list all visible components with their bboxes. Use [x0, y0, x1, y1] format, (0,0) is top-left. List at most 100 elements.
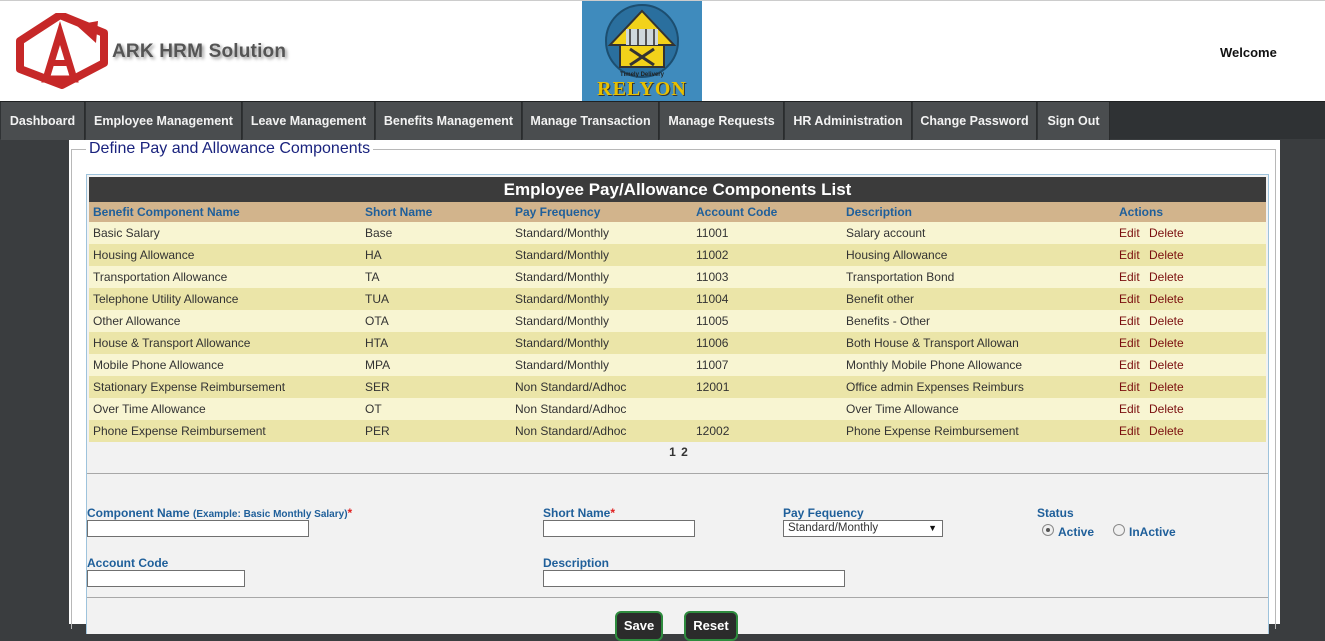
- edit-link[interactable]: Edit: [1119, 310, 1140, 332]
- cell-pay-frequency: Non Standard/Adhoc: [515, 402, 627, 416]
- reset-button[interactable]: Reset: [684, 611, 738, 641]
- short-name-label-text: Short Name: [543, 506, 611, 520]
- col-account-code[interactable]: Account Code: [696, 202, 777, 222]
- cell-description: Benefit other: [846, 292, 915, 306]
- status-label: Status: [1037, 506, 1074, 520]
- cell-description: Monthly Mobile Phone Allowance: [846, 358, 1023, 372]
- main-nav: Dashboard Employee Management Leave Mana…: [0, 101, 1325, 140]
- edit-link[interactable]: Edit: [1119, 266, 1140, 288]
- cell-short-name: TUA: [365, 292, 389, 306]
- delete-link[interactable]: Delete: [1149, 376, 1184, 398]
- status-inactive-label[interactable]: InActive: [1129, 525, 1176, 539]
- cell-description: Benefits - Other: [846, 314, 931, 328]
- welcome-text: Welcome: [1220, 45, 1277, 60]
- edit-link[interactable]: Edit: [1119, 398, 1140, 420]
- table-row: Telephone Utility Allowance TUA Standard/M…: [89, 288, 1266, 310]
- col-benefit-component-name[interactable]: Benefit Component Name: [93, 202, 240, 222]
- required-mark: *: [347, 506, 353, 520]
- page-link-2[interactable]: 2: [681, 445, 688, 459]
- delete-link[interactable]: Delete: [1149, 310, 1184, 332]
- components-container: Employee Pay/Allowance Components List B…: [86, 174, 1270, 641]
- cell-account-code: 11003: [696, 270, 729, 284]
- pay-frequency-select[interactable]: Standard/Monthly ▼: [783, 520, 943, 537]
- status-inactive-radio[interactable]: [1113, 524, 1125, 536]
- description-input[interactable]: [543, 570, 845, 587]
- cell-pay-frequency: Standard/Monthly: [515, 226, 610, 240]
- relyon-logo: Timely Delivery RELYON: [582, 1, 702, 102]
- cell-short-name: SER: [365, 380, 390, 394]
- edit-link[interactable]: Edit: [1119, 222, 1140, 244]
- pay-frequency-value: Standard/Monthly: [788, 522, 879, 534]
- nav-hr-administration[interactable]: HR Administration: [785, 102, 912, 140]
- component-name-label-text: Component Name: [87, 506, 190, 520]
- edit-link[interactable]: Edit: [1119, 244, 1140, 266]
- pagination: 1 2: [87, 445, 1270, 459]
- cell-description: Transportation Bond: [846, 270, 955, 284]
- component-name-input[interactable]: [87, 520, 309, 537]
- cell-component-name: Housing Allowance: [93, 248, 195, 262]
- nav-leave-management[interactable]: Leave Management: [243, 102, 375, 140]
- cell-short-name: MPA: [365, 358, 391, 372]
- col-pay-frequency[interactable]: Pay Frequency: [515, 202, 600, 222]
- page-link-1[interactable]: 1: [669, 445, 676, 459]
- cell-pay-frequency: Non Standard/Adhoc: [515, 424, 627, 438]
- cell-account-code: 11005: [696, 314, 729, 328]
- cell-short-name: PER: [365, 424, 390, 438]
- description-label: Description: [543, 556, 610, 570]
- col-short-name[interactable]: Short Name: [365, 202, 432, 222]
- cell-component-name: Other Allowance: [93, 314, 181, 328]
- table-row: Over Time Allowance OT Non Standard/Adhoc O…: [89, 398, 1266, 420]
- cell-description: Salary account: [846, 226, 926, 240]
- delete-link[interactable]: Delete: [1149, 222, 1184, 244]
- table-row: Transportation Allowance TA Standard/Month…: [89, 266, 1266, 288]
- delete-link[interactable]: Delete: [1149, 266, 1184, 288]
- table-row: Housing Allowance HA Standard/Monthly 11002…: [89, 244, 1266, 266]
- status-active-label[interactable]: Active: [1058, 525, 1094, 539]
- nav-employee-management[interactable]: Employee Management: [86, 102, 242, 140]
- table-row: Other Allowance OTA Standard/Monthly 11005 B…: [89, 310, 1266, 332]
- account-code-label: Account Code: [87, 556, 169, 570]
- ark-logo[interactable]: ARK HRM Solution: [16, 13, 326, 93]
- cell-component-name: Transportation Allowance: [93, 270, 228, 284]
- nav-sign-out[interactable]: Sign Out: [1038, 102, 1110, 140]
- status-active-radio[interactable]: [1042, 524, 1054, 536]
- delete-link[interactable]: Delete: [1149, 332, 1184, 354]
- edit-link[interactable]: Edit: [1119, 332, 1140, 354]
- nav-benefits-management[interactable]: Benefits Management: [376, 102, 522, 140]
- cell-account-code: 11001: [696, 226, 729, 240]
- cell-component-name: House & Transport Allowance: [93, 336, 251, 350]
- delete-link[interactable]: Delete: [1149, 420, 1184, 442]
- relyon-wordmark: RELYON: [597, 78, 687, 100]
- table-row: Stationary Expense Reimbursement SER Non S…: [89, 376, 1266, 398]
- edit-link[interactable]: Edit: [1119, 354, 1140, 376]
- nav-change-password[interactable]: Change Password: [913, 102, 1037, 140]
- delete-link[interactable]: Delete: [1149, 244, 1184, 266]
- edit-link[interactable]: Edit: [1119, 376, 1140, 398]
- cell-account-code: 11004: [696, 292, 729, 306]
- cell-description: Both House & Transport Allowan: [846, 336, 1019, 350]
- cell-component-name: Phone Expense Reimbursement: [93, 424, 266, 438]
- pay-frequency-label: Pay Fequency: [783, 506, 864, 520]
- col-actions: Actions: [1119, 205, 1164, 219]
- edit-link[interactable]: Edit: [1119, 288, 1140, 310]
- cell-short-name: HTA: [365, 336, 389, 350]
- components-fieldset: Define Pay and Allowance Components Empl…: [71, 140, 1276, 641]
- save-button[interactable]: Save: [615, 611, 663, 641]
- page-title: Define Pay and Allowance Components: [86, 140, 374, 158]
- delete-link[interactable]: Delete: [1149, 288, 1184, 310]
- account-code-input[interactable]: [87, 570, 245, 587]
- short-name-input[interactable]: [543, 520, 695, 537]
- table-header: Benefit Component Name Short Name Pay Fr…: [89, 202, 1266, 222]
- cell-component-name: Stationary Expense Reimbursement: [93, 380, 286, 394]
- col-description[interactable]: Description: [846, 202, 912, 222]
- nav-dashboard[interactable]: Dashboard: [1, 102, 85, 140]
- nav-manage-transaction[interactable]: Manage Transaction: [523, 102, 659, 140]
- nav-manage-requests[interactable]: Manage Requests: [660, 102, 784, 140]
- delete-link[interactable]: Delete: [1149, 354, 1184, 376]
- delete-link[interactable]: Delete: [1149, 398, 1184, 420]
- component-name-label: Component Name (Example: Basic Monthly S…: [87, 506, 352, 520]
- dropdown-arrow-icon: ▼: [928, 523, 937, 533]
- cell-component-name: Over Time Allowance: [93, 402, 206, 416]
- cell-short-name: TA: [365, 270, 380, 284]
- edit-link[interactable]: Edit: [1119, 420, 1140, 442]
